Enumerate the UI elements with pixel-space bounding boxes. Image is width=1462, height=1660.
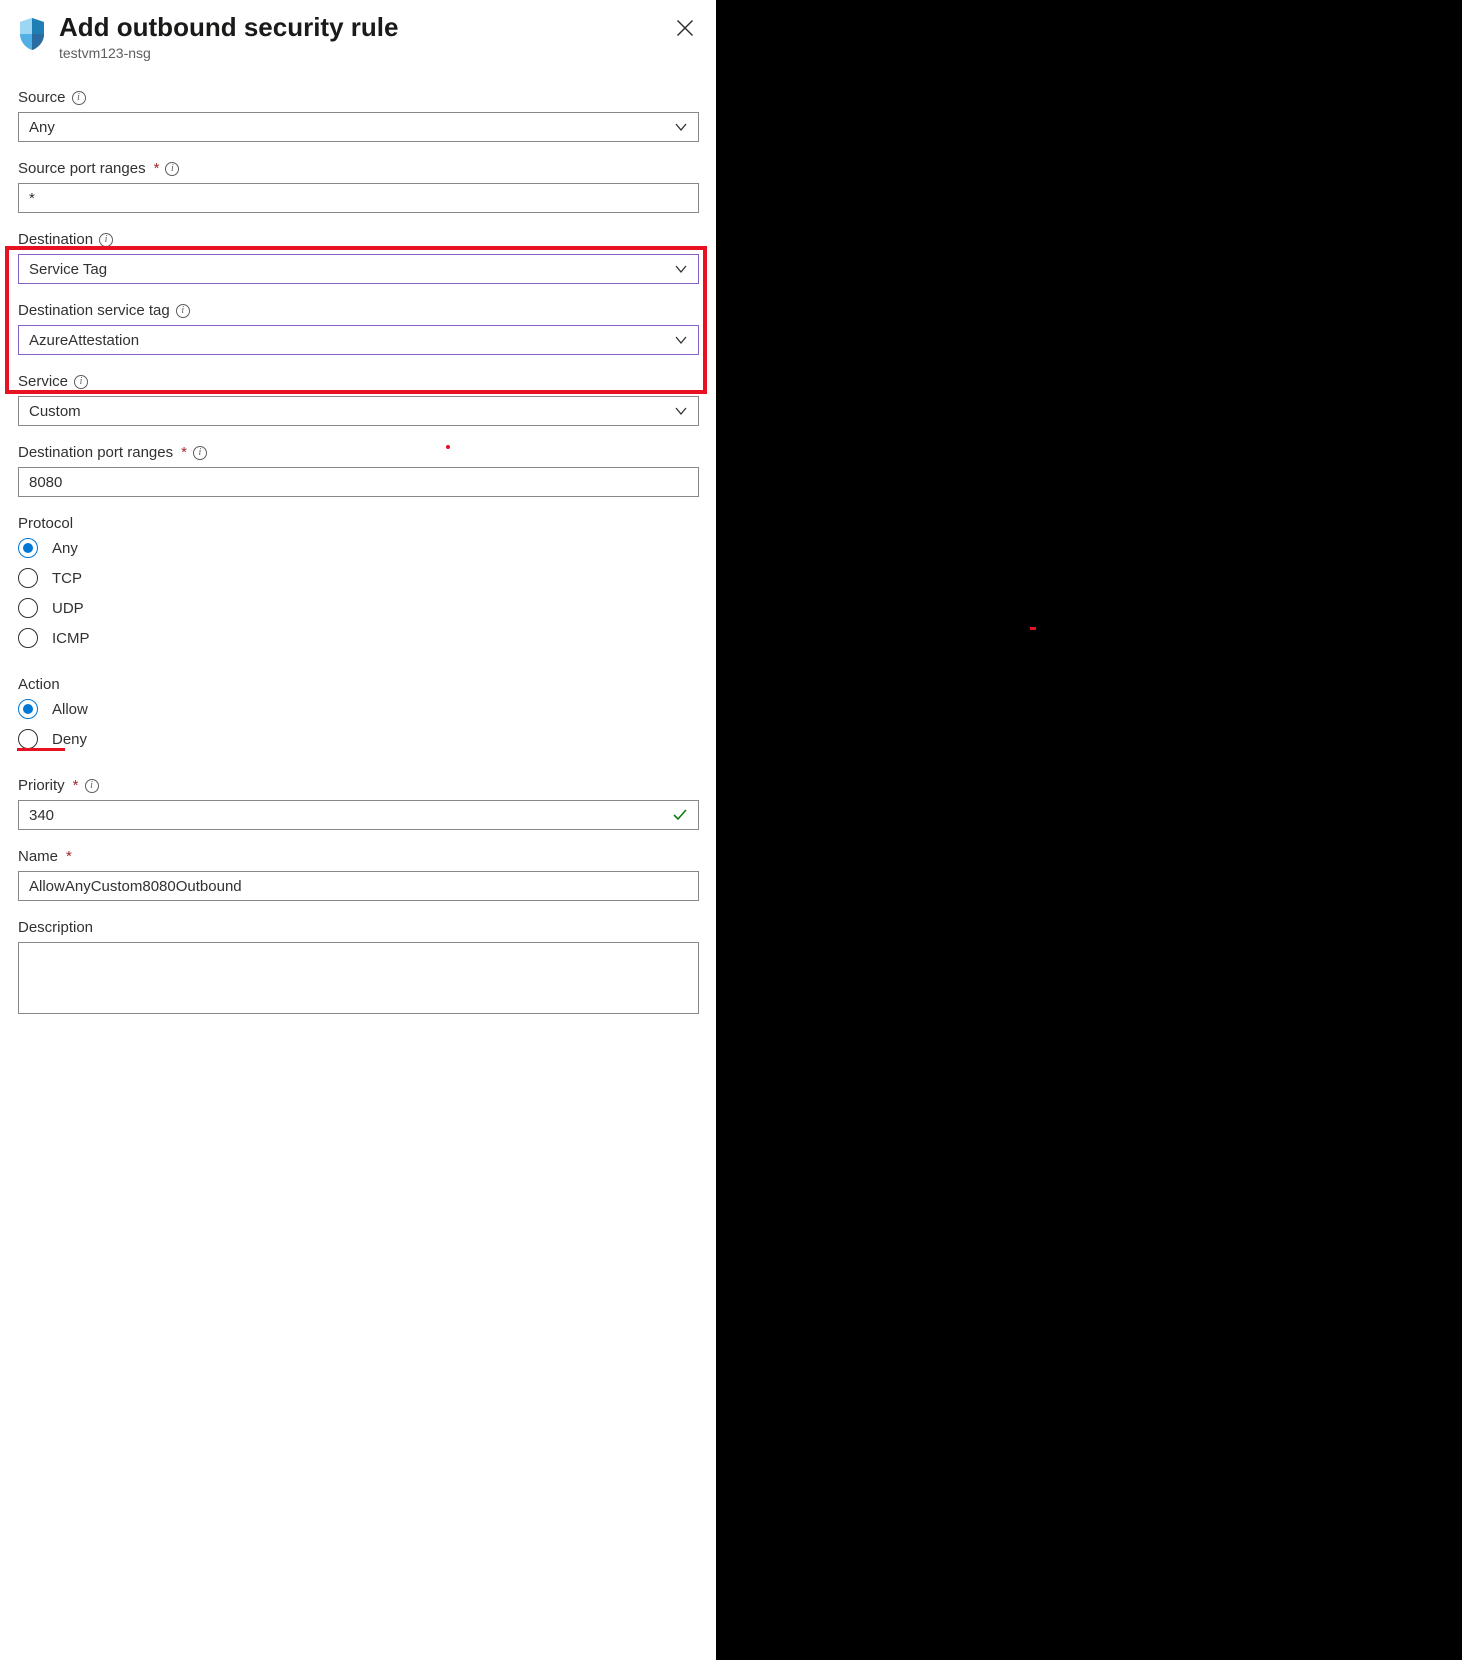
label-service: Service	[18, 373, 68, 390]
protocol-option-udp[interactable]: UDP	[18, 598, 699, 618]
field-source: Source i Any	[18, 89, 699, 142]
field-priority: Priority * i 340	[18, 777, 699, 830]
panel-header: Add outbound security rule testvm123-nsg	[17, 12, 699, 61]
radio-button[interactable]	[18, 598, 38, 618]
destination-service-tag-value: AzureAttestation	[29, 332, 139, 349]
source-select[interactable]: Any	[18, 112, 699, 142]
annotation-dash	[1030, 627, 1036, 630]
protocol-option-icmp[interactable]: ICMP	[18, 628, 699, 648]
label-action: Action	[18, 676, 699, 693]
radio-label: UDP	[52, 600, 84, 617]
name-value: AllowAnyCustom8080Outbound	[29, 878, 242, 895]
radio-label: ICMP	[52, 630, 90, 647]
chevron-down-icon	[674, 333, 688, 347]
label-description: Description	[18, 919, 93, 936]
label-source: Source	[18, 89, 66, 106]
source-port-ranges-input[interactable]: *	[18, 183, 699, 213]
field-description: Description	[18, 919, 699, 1019]
info-icon[interactable]: i	[85, 779, 99, 793]
info-icon[interactable]: i	[176, 304, 190, 318]
description-textarea[interactable]	[18, 942, 699, 1014]
close-button[interactable]	[675, 18, 695, 38]
field-destination-service-tag: Destination service tag i AzureAttestati…	[18, 302, 699, 355]
action-option-allow[interactable]: Allow	[18, 699, 699, 719]
source-value: Any	[29, 119, 55, 136]
label-protocol: Protocol	[18, 515, 699, 532]
destination-service-tag-select[interactable]: AzureAttestation	[18, 325, 699, 355]
chevron-down-icon	[674, 120, 688, 134]
required-indicator: *	[73, 777, 79, 794]
radio-label: Any	[52, 540, 78, 557]
action-option-deny[interactable]: Deny	[18, 729, 699, 749]
radio-label: Deny	[52, 731, 87, 748]
destination-port-ranges-input[interactable]: 8080	[18, 467, 699, 497]
name-input[interactable]: AllowAnyCustom8080Outbound	[18, 871, 699, 901]
destination-select[interactable]: Service Tag	[18, 254, 699, 284]
radio-label: TCP	[52, 570, 82, 587]
required-indicator: *	[181, 444, 187, 461]
shield-icon	[17, 16, 47, 52]
label-priority: Priority	[18, 777, 65, 794]
field-protocol: Protocol Any TCP UDP ICMP	[18, 515, 699, 648]
info-icon[interactable]: i	[99, 233, 113, 247]
label-source-port-ranges: Source port ranges	[18, 160, 146, 177]
add-rule-panel: Add outbound security rule testvm123-nsg…	[0, 0, 716, 1660]
close-icon	[675, 18, 695, 38]
destination-port-ranges-value: 8080	[29, 474, 62, 491]
field-action: Action Allow Deny	[18, 676, 699, 749]
info-icon[interactable]: i	[193, 446, 207, 460]
label-destination-port-ranges: Destination port ranges	[18, 444, 173, 461]
service-select[interactable]: Custom	[18, 396, 699, 426]
radio-button[interactable]	[18, 729, 38, 749]
field-destination-port-ranges: Destination port ranges * i 8080	[18, 444, 699, 497]
chevron-down-icon	[674, 404, 688, 418]
radio-button[interactable]	[18, 628, 38, 648]
radio-button[interactable]	[18, 538, 38, 558]
info-icon[interactable]: i	[165, 162, 179, 176]
radio-button[interactable]	[18, 699, 38, 719]
field-service: Service i Custom	[18, 373, 699, 426]
info-icon[interactable]: i	[72, 91, 86, 105]
priority-value: 340	[29, 807, 54, 824]
protocol-option-any[interactable]: Any	[18, 538, 699, 558]
label-destination-service-tag: Destination service tag	[18, 302, 170, 319]
form: Source i Any Source port ranges * i * De…	[17, 89, 699, 1019]
field-destination: Destination i Service Tag	[18, 231, 699, 284]
chevron-down-icon	[674, 262, 688, 276]
priority-input[interactable]: 340	[18, 800, 699, 830]
service-value: Custom	[29, 403, 81, 420]
info-icon[interactable]: i	[74, 375, 88, 389]
check-icon	[672, 807, 688, 823]
label-name: Name	[18, 848, 58, 865]
field-name: Name * AllowAnyCustom8080Outbound	[18, 848, 699, 901]
destination-value: Service Tag	[29, 261, 107, 278]
source-port-ranges-value: *	[29, 190, 35, 207]
radio-button[interactable]	[18, 568, 38, 588]
label-destination: Destination	[18, 231, 93, 248]
panel-title: Add outbound security rule	[59, 12, 699, 43]
required-indicator: *	[154, 160, 160, 177]
required-indicator: *	[66, 848, 72, 865]
radio-label: Allow	[52, 701, 88, 718]
protocol-option-tcp[interactable]: TCP	[18, 568, 699, 588]
field-source-port-ranges: Source port ranges * i *	[18, 160, 699, 213]
panel-subtitle: testvm123-nsg	[59, 45, 699, 61]
